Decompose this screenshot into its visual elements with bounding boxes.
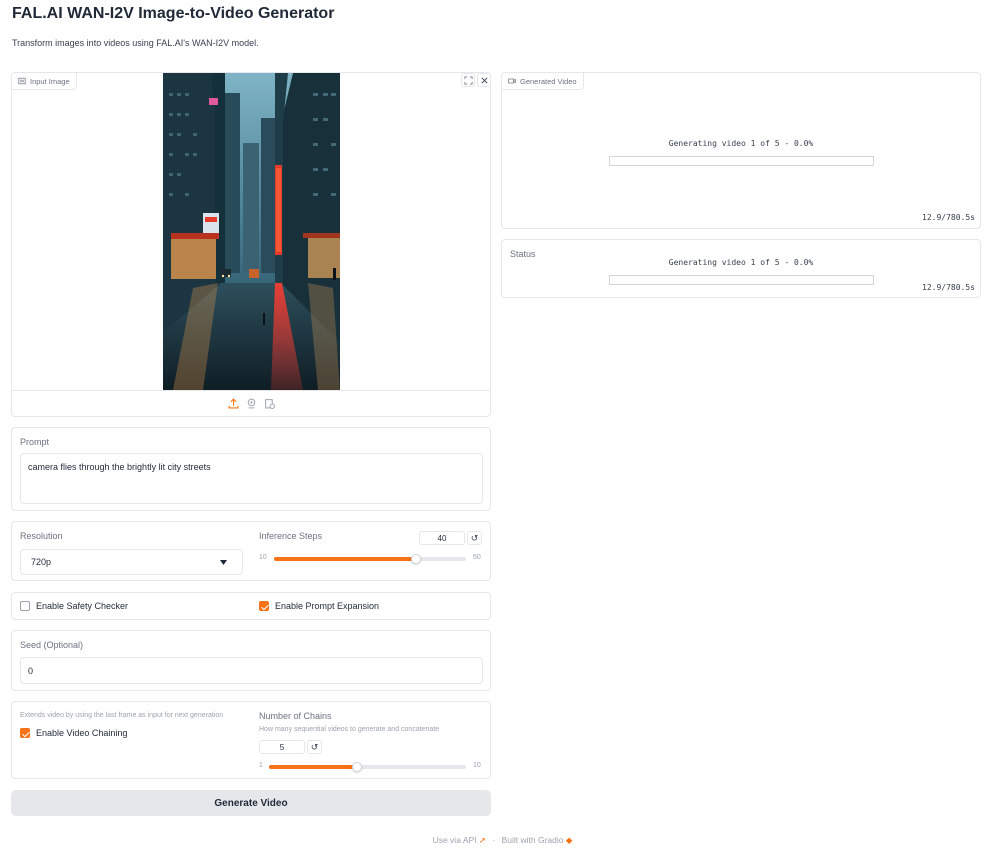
generate-video-button[interactable]: Generate Video [11,790,491,816]
settings-panel: Resolution 720p Inference Steps 40 ↺ 10 … [11,521,491,581]
resolution-dropdown[interactable]: 720p [20,549,243,575]
input-image-tag: Input Image [12,73,77,90]
chains-min: 1 [259,762,263,769]
options-panel: Enable Safety Checker Enable Prompt Expa… [11,592,491,620]
prompt-textarea[interactable]: camera flies through the brightly lit ci… [20,453,483,504]
chains-slider[interactable] [269,762,466,772]
prompt-panel: Prompt camera flies through the brightly… [11,427,491,511]
rocket-icon: ➚ [478,835,487,845]
fullscreen-button[interactable] [461,73,475,87]
chains-input[interactable]: 5 [259,740,305,754]
video-timer: 12.9/780.5s [922,213,975,222]
generated-video-panel: Generated Video Generating video 1 of 5 … [501,72,981,229]
gradio-logo-icon: ◆ [565,835,573,845]
input-image-label: Input Image [30,76,70,86]
upload-icon[interactable] [228,398,239,409]
chains-slider-thumb[interactable] [352,762,362,772]
video-icon [508,78,516,84]
chains-info: How many sequential videos to generate a… [259,726,440,733]
status-progress-bar [609,275,874,285]
clipboard-icon[interactable] [264,398,275,409]
inference-steps-min: 10 [259,554,267,561]
page-title: FAL.AI WAN-I2V Image-to-Video Generator [12,5,335,22]
status-timer: 12.9/780.5s [922,283,975,292]
generated-video-label: Generated Video [520,76,577,86]
image-icon [18,77,26,85]
video-chaining-checkbox[interactable] [20,728,30,738]
chaining-info: Extends video by using the last frame as… [20,712,224,719]
status-progress-text: Generating video 1 of 5 - 0.0% [668,258,814,267]
inference-steps-slider-thumb[interactable] [411,554,421,564]
use-via-api-link[interactable]: Use via API [433,835,477,845]
video-progress-bar [609,156,874,166]
footer-separator: · [492,835,496,845]
clear-image-button[interactable] [477,73,491,87]
prompt-expansion-checkbox[interactable] [259,601,269,611]
seed-label: Seed (Optional) [20,640,84,650]
chaining-panel: Extends video by using the last frame as… [11,701,491,779]
webcam-icon[interactable] [246,398,257,409]
footer: Use via API ➚ · Built with Gradio ◆ [0,835,1005,846]
chains-slider-fill [269,765,357,769]
resolution-value: 720p [31,557,52,567]
inference-steps-input[interactable]: 40 [419,531,465,545]
video-chaining-label: Enable Video Chaining [36,728,128,738]
seed-input[interactable]: 0 [20,657,483,684]
prompt-expansion-label: Enable Prompt Expansion [275,601,380,611]
inference-steps-reset-button[interactable]: ↺ [467,531,482,545]
chains-max: 10 [473,762,481,769]
inference-steps-slider[interactable] [274,554,466,564]
uploaded-city-image [163,73,340,390]
close-icon [480,76,488,84]
safety-checker-checkbox[interactable] [20,601,30,611]
chains-reset-button[interactable]: ↺ [307,740,322,754]
resolution-label: Resolution [20,531,63,541]
inference-steps-label: Inference Steps [259,531,323,541]
inference-steps-max: 50 [473,554,481,561]
prompt-label: Prompt [20,437,50,447]
fullscreen-icon [463,75,473,85]
input-image-panel: Input Image [11,72,491,417]
dropdown-arrow-icon [220,560,227,565]
generated-video-tag: Generated Video [502,73,584,90]
status-panel: Status Generating video 1 of 5 - 0.0% 12… [501,239,981,298]
seed-panel: Seed (Optional) 0 [11,630,491,691]
built-with-gradio-link[interactable]: Built with Gradio [502,835,564,845]
chains-label: Number of Chains [259,711,332,721]
safety-checker-label: Enable Safety Checker [36,601,129,611]
page-subtitle: Transform images into videos using FAL.A… [12,38,259,48]
image-source-toolbar [12,390,490,416]
inference-steps-slider-fill [274,557,416,561]
video-progress-text: Generating video 1 of 5 - 0.0% [668,139,814,148]
